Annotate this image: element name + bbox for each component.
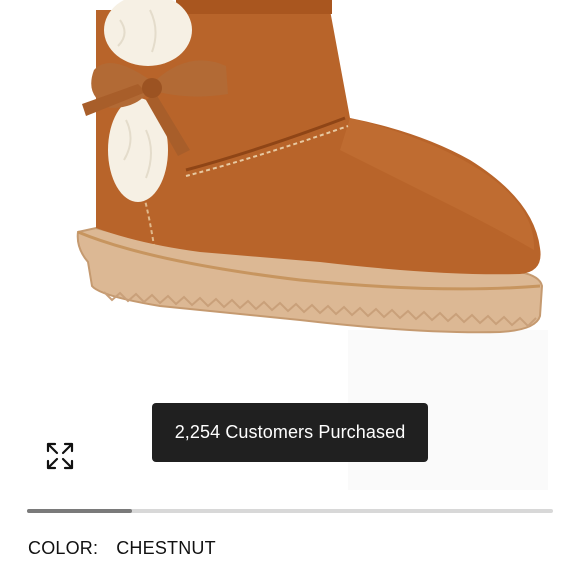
bow-knot bbox=[142, 78, 162, 98]
carousel-progress-bar bbox=[27, 509, 133, 513]
expand-image-button[interactable] bbox=[40, 436, 80, 476]
purchase-count-toast: 2,254 Customers Purchased bbox=[152, 403, 428, 462]
product-page: 2,254 Customers Purchased COLOR: CHESTNUT bbox=[0, 0, 580, 580]
color-label: COLOR: bbox=[28, 538, 99, 558]
boot-collar bbox=[176, 0, 332, 14]
image-carousel-indicator[interactable] bbox=[27, 509, 553, 513]
purchase-count-text: 2,254 Customers Purchased bbox=[174, 422, 406, 442]
color-selection: COLOR: CHESTNUT bbox=[28, 538, 216, 559]
expand-arrows-icon bbox=[46, 442, 74, 470]
color-value: CHESTNUT bbox=[116, 538, 216, 558]
